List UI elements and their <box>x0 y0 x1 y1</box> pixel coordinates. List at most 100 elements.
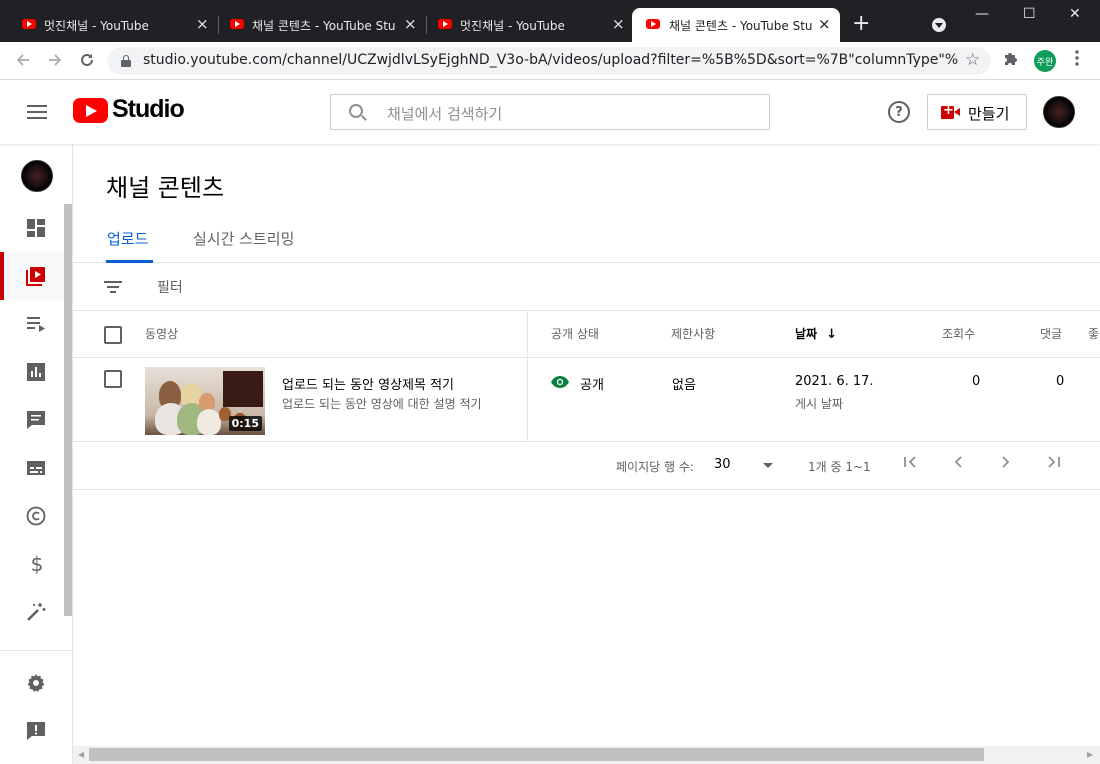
youtube-favicon-icon <box>438 19 452 29</box>
horizontal-scrollbar[interactable]: ◀ ▶ <box>73 746 1100 764</box>
browser-tab-title: 멋진채널 - YouTube <box>460 19 565 33</box>
tab-uploads[interactable]: 업로드 <box>107 228 148 249</box>
filter-bar[interactable]: 필터 <box>73 263 1100 311</box>
pagination-bar: 페이지당 행 수: 30 1개 중 1~1 <box>73 442 1100 490</box>
tab-search-icon[interactable] <box>932 18 946 32</box>
bookmark-star-icon[interactable]: ☆ <box>965 50 980 70</box>
new-tab-button[interactable]: + <box>852 13 870 35</box>
browser-menu-icon[interactable] <box>1075 50 1079 70</box>
sidebar-item-settings[interactable] <box>0 659 64 707</box>
content-tabs: 업로드 실시간 스트리밍 <box>73 218 1100 263</box>
video-title[interactable]: 업로드 되는 동안 영상제목 적기 <box>282 374 454 393</box>
scroll-right-icon[interactable]: ▶ <box>1087 750 1093 759</box>
tab-close-icon[interactable]: × <box>818 15 831 33</box>
column-header-views[interactable]: 조회수 <box>942 325 975 342</box>
account-avatar[interactable] <box>1043 96 1075 128</box>
tab-close-icon[interactable]: × <box>612 15 625 33</box>
first-page-icon <box>904 456 916 468</box>
channel-avatar[interactable] <box>21 160 53 192</box>
browser-tab-1[interactable]: 멋진채널 - YouTube × <box>0 8 218 42</box>
help-icon[interactable]: ? <box>888 101 910 123</box>
table-row[interactable]: 0:15 업로드 되는 동안 영상제목 적기 업로드 되는 동안 영상에 대한 … <box>73 358 1100 442</box>
sidebar-item-customization[interactable] <box>0 588 64 636</box>
video-description: 업로드 되는 동안 영상에 대한 설명 적기 <box>282 397 482 411</box>
visibility-status[interactable]: 공개 <box>580 374 604 393</box>
table-header: 동영상 공개 상태 제한사항 날짜 ↓ 조회수 댓글 좋 <box>73 311 1100 358</box>
eye-icon <box>551 376 569 388</box>
forward-button[interactable] <box>46 51 64 73</box>
previous-page-button[interactable] <box>950 454 966 475</box>
browser-profile-avatar[interactable]: 주완 <box>1034 50 1056 72</box>
browser-toolbar: studio.youtube.com/channel/UCZwjdlvLSyEj… <box>0 42 1100 80</box>
sidebar-item-subtitles[interactable] <box>0 444 64 492</box>
views-value: 0 <box>972 374 981 389</box>
chevron-down-icon[interactable] <box>763 463 773 468</box>
content-icon <box>26 267 45 286</box>
youtube-logo-icon[interactable] <box>73 98 108 123</box>
maximize-button[interactable]: ☐ <box>1023 6 1036 22</box>
thumbnail-sign <box>223 371 263 407</box>
playlist-icon <box>27 317 45 332</box>
column-header-date-label: 날짜 <box>795 327 818 341</box>
back-arrow-icon <box>16 54 29 66</box>
browser-tab-strip: 멋진채널 - YouTube × 채널 콘텐츠 - YouTube Stu × … <box>0 0 1100 42</box>
back-button[interactable] <box>14 51 32 73</box>
sidebar-scrollbar[interactable] <box>64 204 72 616</box>
chevron-right-icon <box>1002 456 1010 468</box>
sidebar-item-monetization[interactable]: $ <box>0 540 64 588</box>
gear-icon <box>27 674 45 692</box>
browser-tab-4-active[interactable]: 채널 콘텐츠 - YouTube Stu × <box>632 8 840 42</box>
sidebar-item-playlists[interactable] <box>0 300 64 348</box>
sidebar-item-content[interactable] <box>0 252 64 300</box>
browser-tab-title: 채널 콘텐츠 - YouTube Stu <box>252 19 396 33</box>
first-page-button[interactable] <box>902 454 918 475</box>
column-header-date[interactable]: 날짜 ↓ <box>795 325 837 342</box>
channel-search-input[interactable]: 채널에서 검색하기 <box>330 94 770 130</box>
restrictions-value: 없음 <box>672 378 696 393</box>
studio-logo-text[interactable]: Studio <box>112 95 185 124</box>
create-button[interactable]: 만들기 <box>927 94 1027 130</box>
search-placeholder: 채널에서 검색하기 <box>387 105 503 123</box>
sidebar-item-analytics[interactable] <box>0 348 64 396</box>
browser-tab-3[interactable]: 멋진채널 - YouTube × <box>416 8 634 42</box>
column-header-restrictions: 제한사항 <box>671 327 716 341</box>
row-select-checkbox[interactable] <box>104 370 122 388</box>
window-close-button[interactable]: ✕ <box>1069 6 1081 22</box>
column-header-comments[interactable]: 댓글 <box>1040 325 1062 342</box>
filter-icon[interactable] <box>104 281 122 293</box>
dollar-icon: $ <box>30 552 44 576</box>
column-header-visibility: 공개 상태 <box>551 327 599 341</box>
reload-button[interactable] <box>78 51 96 73</box>
video-camera-plus-icon <box>941 103 960 119</box>
tab-close-icon[interactable]: × <box>404 15 417 33</box>
browser-tab-2[interactable]: 채널 콘텐츠 - YouTube Stu × <box>208 8 426 42</box>
magic-wand-icon <box>27 603 46 621</box>
analytics-icon <box>27 363 45 381</box>
scrollbar-thumb[interactable] <box>89 748 984 761</box>
sidebar-item-dashboard[interactable] <box>0 204 64 252</box>
extensions-puzzle-icon[interactable] <box>1003 50 1019 70</box>
sidebar-item-comments[interactable] <box>0 396 64 444</box>
minimize-button[interactable]: — <box>975 6 989 22</box>
youtube-favicon-icon <box>646 19 660 29</box>
tab-live-streaming[interactable]: 실시간 스트리밍 <box>193 228 294 249</box>
scroll-left-icon[interactable]: ◀ <box>78 750 84 759</box>
next-page-button[interactable] <box>998 454 1014 475</box>
page-title: 채널 콘텐츠 <box>106 174 225 202</box>
hamburger-menu-icon[interactable] <box>27 105 47 119</box>
page-range-text: 1개 중 1~1 <box>808 460 871 474</box>
sidebar-item-copyright[interactable] <box>0 492 64 540</box>
sidebar-divider <box>0 650 72 651</box>
rows-per-page-select[interactable]: 30 <box>714 457 731 472</box>
address-bar[interactable]: studio.youtube.com/channel/UCZwjdlvLSyEj… <box>107 47 991 75</box>
column-header-likes[interactable]: 좋 <box>1088 325 1099 342</box>
select-all-checkbox[interactable] <box>104 326 122 344</box>
feedback-icon <box>27 722 45 740</box>
filter-input[interactable]: 필터 <box>157 277 183 297</box>
last-page-button[interactable] <box>1046 454 1062 475</box>
tab-close-icon[interactable]: × <box>196 15 209 33</box>
sidebar-item-feedback[interactable] <box>0 707 64 755</box>
browser-tab-title: 채널 콘텐츠 - YouTube Stu <box>669 19 813 33</box>
video-thumbnail[interactable]: 0:15 <box>145 367 265 435</box>
rows-per-page-label: 페이지당 행 수: <box>616 460 694 474</box>
